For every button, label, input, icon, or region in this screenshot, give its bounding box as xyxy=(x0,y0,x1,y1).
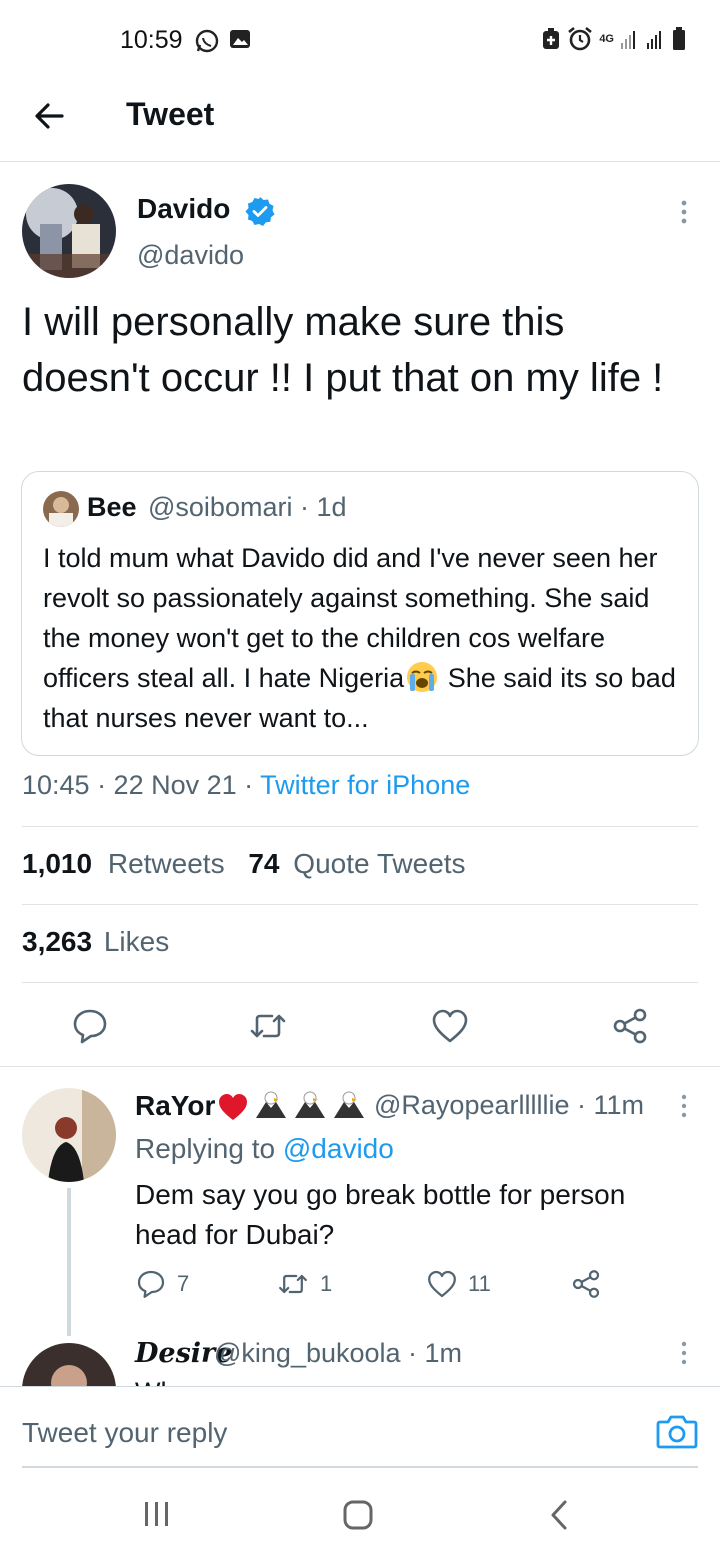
system-navigation-bar xyxy=(0,1468,720,1560)
signal-icon xyxy=(621,31,635,49)
retweet-count[interactable]: 1,010 xyxy=(22,848,92,879)
reply-retweet-action[interactable]: 1 xyxy=(276,1268,332,1300)
reply-author-meta[interactable]: @Rayopearlllllie · 11m xyxy=(374,1090,644,1121)
top-app-bar: Tweet xyxy=(0,84,720,162)
share-icon[interactable] xyxy=(570,1268,602,1300)
quote-tweet-label[interactable]: Quote Tweets xyxy=(293,848,465,879)
retweet-icon[interactable] xyxy=(248,1006,288,1046)
reply-retweet-count: 1 xyxy=(320,1271,333,1296)
back-nav-icon[interactable] xyxy=(548,1500,570,1530)
alarm-icon xyxy=(568,26,593,51)
whatsapp-icon xyxy=(195,29,219,53)
camera-icon[interactable] xyxy=(656,1413,698,1449)
network-type: 4G xyxy=(599,32,614,45)
reply-icon[interactable] xyxy=(135,1268,167,1300)
recent-apps-icon[interactable] xyxy=(142,1500,172,1528)
quote-text: I told mum what Davido did and I've neve… xyxy=(43,538,693,738)
like-label[interactable]: Likes xyxy=(104,926,169,957)
reply-like-action[interactable]: 11 xyxy=(426,1268,491,1300)
home-icon[interactable] xyxy=(342,1500,374,1530)
replying-to: Replying to @davido xyxy=(135,1133,394,1165)
status-bar: 10:59 4G xyxy=(0,0,720,84)
reply-input[interactable]: Tweet your reply xyxy=(22,1417,227,1449)
reply-count: 7 xyxy=(177,1271,190,1296)
author-handle[interactable]: @davido xyxy=(137,240,244,271)
red-heart-icon xyxy=(219,1094,247,1120)
reply-composer[interactable]: Tweet your reply xyxy=(0,1386,720,1468)
tweet-source-link[interactable]: Twitter for iPhone xyxy=(260,770,470,800)
quote-tweet-count[interactable]: 74 xyxy=(248,848,279,879)
divider xyxy=(22,826,698,827)
thread-line xyxy=(67,1188,71,1336)
reply-author-meta[interactable]: @king_bukoola · 1m xyxy=(214,1338,462,1369)
quoted-tweet[interactable]: Bee @soibomari · 1d I told mum what Davi… xyxy=(21,471,699,756)
more-vertical-icon[interactable] xyxy=(674,1093,694,1119)
quote-author-meta: @soibomari · 1d xyxy=(148,492,347,522)
battery-icon xyxy=(673,27,685,50)
share-icon[interactable] xyxy=(610,1006,650,1046)
like-icon[interactable] xyxy=(426,1268,458,1300)
reply-like-count: 11 xyxy=(468,1271,491,1296)
eagle-icon xyxy=(334,1091,364,1118)
more-vertical-icon[interactable] xyxy=(674,198,694,226)
reply-text: Dem say you go break bottle for person h… xyxy=(135,1179,626,1250)
battery-saver-icon xyxy=(543,28,560,49)
arrow-left-icon[interactable] xyxy=(30,96,70,136)
divider xyxy=(22,904,698,905)
like-count[interactable]: 3,263 xyxy=(22,926,92,957)
author-name[interactable]: Davido xyxy=(137,193,230,225)
more-vertical-icon[interactable] xyxy=(674,1340,694,1366)
reply-author-name[interactable]: RaYor xyxy=(135,1090,215,1122)
reply-reply-action[interactable]: 7 xyxy=(135,1268,189,1300)
loudly-crying-face-icon xyxy=(407,662,438,692)
signal-icon-2 xyxy=(647,31,661,49)
reply-avatar[interactable] xyxy=(22,1088,116,1182)
tweet-time: 10:45 · 22 Nov 21 · xyxy=(22,770,261,800)
tweet-text: I will personally make sure this doesn't… xyxy=(22,300,664,400)
retweet-stats: 1,010 Retweets 74 Quote Tweets xyxy=(22,848,466,880)
replying-prefix: Replying to xyxy=(135,1133,283,1164)
tweet-timestamp: 10:45 · 22 Nov 21 · Twitter for iPhone xyxy=(22,770,470,801)
quote-avatar xyxy=(43,491,79,527)
quote-author-name: Bee xyxy=(87,492,137,522)
reply-share-action[interactable] xyxy=(570,1268,602,1300)
replying-to-handle[interactable]: @davido xyxy=(283,1133,394,1164)
eagle-icon xyxy=(256,1091,286,1118)
divider xyxy=(22,982,698,983)
status-time: 10:59 xyxy=(120,26,183,54)
verified-badge-icon xyxy=(245,197,275,226)
section-divider xyxy=(0,1066,720,1067)
avatar[interactable] xyxy=(22,184,116,278)
eagle-icon xyxy=(295,1091,325,1118)
like-stats: 3,263 Likes xyxy=(22,926,169,958)
retweet-label[interactable]: Retweets xyxy=(108,848,225,879)
page-title: Tweet xyxy=(126,96,215,132)
like-icon[interactable] xyxy=(430,1006,470,1046)
status-right-icons: 4G xyxy=(541,26,686,52)
gallery-icon xyxy=(230,30,250,48)
retweet-icon[interactable] xyxy=(276,1268,310,1300)
reply-icon[interactable] xyxy=(70,1006,110,1046)
